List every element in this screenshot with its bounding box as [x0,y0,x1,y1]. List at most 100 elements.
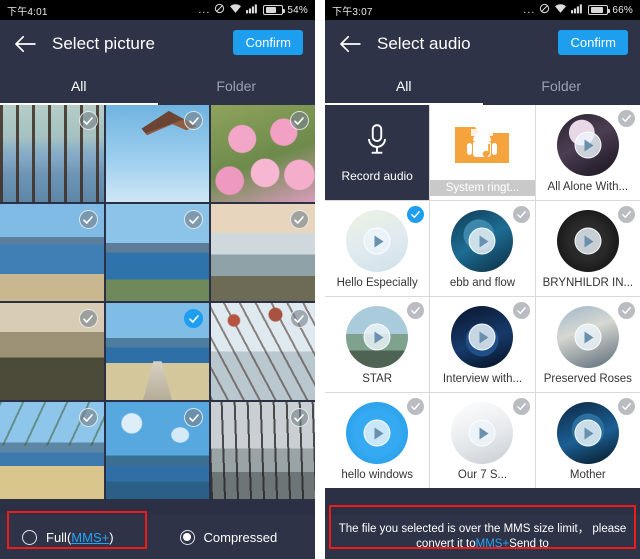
picture-cell-lake-peninsula[interactable] [0,204,104,301]
play-icon[interactable] [363,323,391,351]
checkmark-icon[interactable] [78,408,98,427]
checkmark-icon[interactable] [78,210,98,229]
checkmark-icon[interactable] [289,309,309,328]
left-status-bar: 下午4:01 ... 54% [0,0,315,20]
checkmark-icon[interactable] [618,206,635,223]
checkmark-selected-icon[interactable] [407,206,425,223]
status-time: 下午3:07 [332,6,373,18]
checkmark-icon[interactable] [78,309,98,328]
microphone-icon [364,123,390,162]
audio-cell-preserved-roses[interactable]: Preserved Roses [535,297,640,392]
checkmark-icon[interactable] [618,398,635,415]
back-arrow-icon[interactable] [10,29,40,59]
wifi-icon [554,3,567,17]
right-tab-bar: All Folder [325,67,640,105]
page-title: Select audio [377,33,471,53]
picture-cell-lake-trees[interactable] [0,105,104,202]
checkmark-icon[interactable] [289,408,309,427]
compressed-option[interactable]: Compressed [158,529,316,545]
checkmark-icon[interactable] [289,210,309,229]
more-dots-icon: ... [198,4,211,16]
more-dots-icon: ... [523,4,536,16]
picture-cell-lake-shore[interactable] [211,204,315,301]
audio-label: hello windows [341,469,413,481]
picture-cell-wooden-pier[interactable] [105,303,210,400]
play-icon[interactable] [574,131,602,159]
checkmark-icon[interactable] [289,111,309,130]
full-mms-radio[interactable] [22,529,37,545]
audio-cell-system-ringtone[interactable]: System ringt... [430,105,535,200]
left-phone-select-picture: 下午4:01 ... 54% Select picture Confirm Al… [0,0,315,559]
audio-label: Hello Especially [336,277,418,289]
confirm-button[interactable]: Confirm [233,30,303,55]
play-icon[interactable] [574,323,602,351]
confirm-button[interactable]: Confirm [558,30,628,55]
tab-all[interactable]: All [0,67,158,105]
right-phone-select-audio: 下午3:07 ... 66% Select audio Confirm All … [325,0,640,559]
picture-cell-reeds-sun[interactable] [211,402,315,499]
picture-cell-seagull[interactable] [105,402,210,499]
signal-icon [246,3,259,17]
wifi-icon [229,3,242,17]
compressed-radio[interactable] [179,529,195,545]
checkmark-icon[interactable] [512,398,530,415]
audio-cell-ebb-and-flow[interactable]: ebb and flow [430,201,535,296]
audio-cell-mother[interactable]: Mother [535,393,640,488]
mms-size-toast: The file you selected is over the MMS si… [325,515,640,559]
audio-label: Our 7 S... [457,469,508,481]
play-icon[interactable] [468,419,496,447]
picture-cell-pink-flowers[interactable] [211,105,315,202]
checkmark-icon[interactable] [78,111,98,130]
picture-cell-dusk-field[interactable] [0,303,104,400]
mms-plus-link[interactable]: MMS+ [476,538,510,550]
audio-cell-interview-with[interactable]: Interview with... [430,297,535,392]
right-app-bar: Select audio Confirm [325,20,640,67]
audio-label: BRYNHILDR IN... [542,277,634,289]
left-tab-bar: All Folder [0,67,315,105]
audio-cell-star[interactable]: STAR [325,297,430,392]
dnd-icon [539,3,550,17]
checkmark-icon[interactable] [618,110,635,127]
checkmark-icon[interactable] [512,302,530,319]
battery-icon [263,5,286,15]
full-mms-option[interactable]: Full(MMS+) [0,529,158,545]
audio-cell-record-audio[interactable]: Record audio [325,105,430,200]
size-option-bar: Full(MMS+) Compressed [0,515,315,559]
picture-grid [0,105,315,499]
checkmark-icon[interactable] [407,398,425,415]
audio-label: All Alone With... [547,181,629,193]
album-art [556,114,619,176]
play-icon[interactable] [574,419,602,447]
checkmark-icon[interactable] [512,206,530,223]
android-folder-icon [453,119,511,167]
play-icon[interactable] [363,227,391,255]
picture-cell-lake-grass[interactable] [0,402,104,499]
play-icon[interactable] [363,419,391,447]
play-icon[interactable] [574,227,602,255]
audio-cell-our-7-s[interactable]: Our 7 S... [430,393,535,488]
audio-cell-hello-especially[interactable]: Hello Especially [325,201,430,296]
album-art [451,306,514,368]
album-art [346,402,409,464]
audio-cell-hello-windows[interactable]: hello windows [325,393,430,488]
album-art [556,402,619,464]
tab-folder[interactable]: Folder [483,67,640,105]
picture-cell-blossom-branch[interactable] [211,303,315,400]
status-icons: ... 66% [523,3,633,17]
audio-cell-brynhildr[interactable]: BRYNHILDR IN... [535,201,640,296]
play-icon[interactable] [468,323,496,351]
tab-folder[interactable]: Folder [158,67,316,105]
mms-plus-link[interactable]: MMS+ [71,530,109,545]
compressed-label: Compressed [203,529,278,545]
picture-cell-lake-island[interactable] [105,204,210,301]
tab-all[interactable]: All [325,67,483,105]
back-arrow-icon[interactable] [335,29,365,59]
picture-cell-pagoda[interactable] [105,105,210,202]
dnd-icon [214,3,225,17]
play-icon[interactable] [468,227,496,255]
audio-cell-all-alone-with[interactable]: All Alone With... [535,105,640,200]
checkmark-icon[interactable] [407,302,425,319]
right-status-bar: 下午3:07 ... 66% [325,0,640,20]
checkmark-icon[interactable] [618,302,635,319]
left-app-bar: Select picture Confirm [0,20,315,67]
